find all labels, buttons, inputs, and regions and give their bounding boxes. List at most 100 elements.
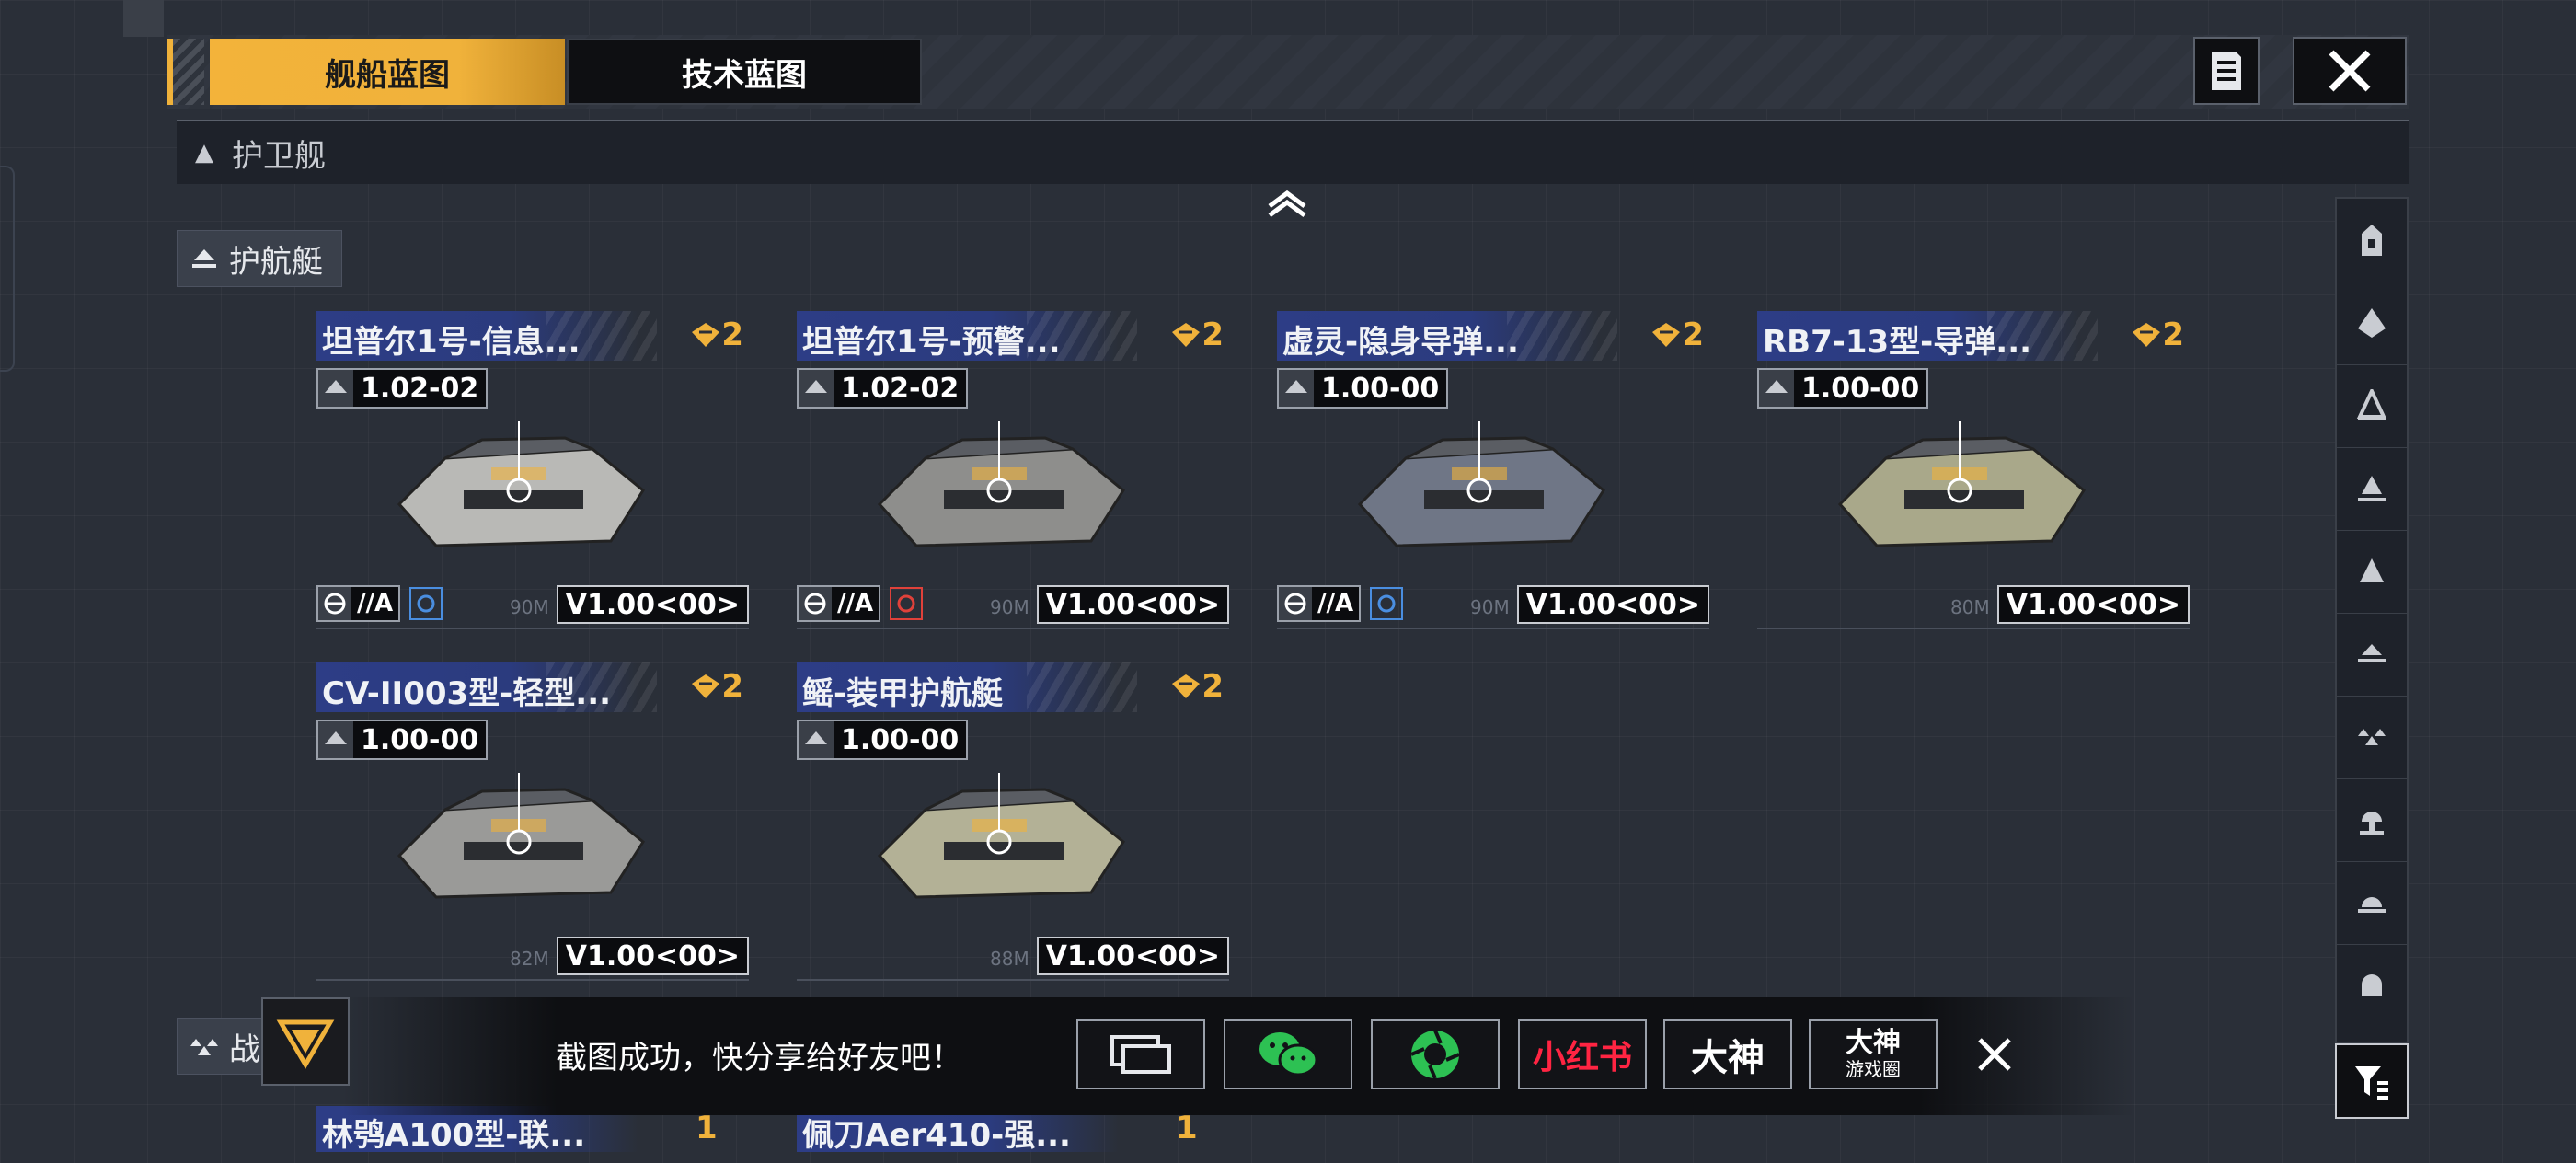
- module-icon: [1279, 587, 1312, 620]
- category-corvette[interactable]: 护航艇: [177, 230, 342, 287]
- ship-length: 90M: [1470, 596, 1510, 618]
- destroyer-icon: [2358, 476, 2386, 501]
- xiaohongshu-label: 小红书: [1532, 1039, 1632, 1077]
- battle-class-icon: [190, 1039, 218, 1055]
- tab-tech-blueprint[interactable]: 技术蓝图: [567, 39, 922, 105]
- ship-length: 88M: [990, 948, 1029, 970]
- ship-model-image: [877, 421, 1125, 547]
- version-badge: V1.00<00>: [1036, 937, 1229, 975]
- card-title[interactable]: 林鸮A100型-联...: [322, 1110, 585, 1155]
- card-title: CV-II003型-轻型...: [322, 675, 612, 712]
- section-header-escort[interactable]: ▲ 护卫舰: [177, 120, 2409, 184]
- rail-destroyer[interactable]: [2337, 447, 2407, 531]
- filter-button[interactable]: [2335, 1043, 2409, 1119]
- close-button[interactable]: [2293, 37, 2407, 105]
- rail-corvette[interactable]: [2337, 613, 2407, 697]
- tier-value: 2: [1202, 668, 1224, 705]
- card-baseline: [316, 979, 749, 981]
- ability-icon: [409, 587, 443, 620]
- rail-fighter[interactable]: [2337, 696, 2407, 779]
- chevron-up-icon[interactable]: [1264, 184, 1310, 221]
- ship-model-image: [397, 421, 645, 547]
- card-title[interactable]: 佩刀Aer410-强...: [802, 1110, 1071, 1155]
- rail-carrier[interactable]: [2337, 199, 2407, 282]
- class-filter-rail: [2335, 197, 2409, 1043]
- category-label: 战: [229, 1031, 260, 1068]
- ability-icon: [1370, 587, 1404, 620]
- ship-model-image: [1357, 421, 1605, 547]
- fighter-icon: [2358, 729, 2386, 745]
- module-tag-label: //A: [1312, 587, 1360, 620]
- tier-value: 2: [721, 317, 743, 353]
- ship-length: 82M: [510, 948, 549, 970]
- ship-length: 90M: [510, 596, 549, 618]
- module-tags: //A: [316, 585, 443, 622]
- share-screen-icon: [1110, 1035, 1171, 1074]
- notes-button[interactable]: [2193, 37, 2260, 105]
- module-tag: //A: [316, 585, 401, 622]
- share-screen-button[interactable]: [1076, 1019, 1205, 1089]
- blueprint-card[interactable]: 坦普尔1号-预警... 2 1.02-02 //A 90M V1.00<00>: [797, 311, 1229, 651]
- manufacturer-icon: [1279, 370, 1314, 407]
- rail-battleship[interactable]: [2337, 282, 2407, 365]
- title-stripe: [1027, 662, 1137, 712]
- blueprint-card[interactable]: CV-II003型-轻型... 2 1.00-00 82M V1.00<00>: [316, 662, 749, 1003]
- rail-station[interactable]: [2337, 778, 2407, 862]
- version-number: 1.02-02: [353, 370, 487, 407]
- tier-value: 2: [2162, 317, 2184, 353]
- dashen-circle-top: 大神: [1846, 1027, 1901, 1059]
- card-baseline: [1277, 628, 1709, 629]
- card-tier: 1: [1176, 1110, 1198, 1146]
- module-icon: [799, 587, 832, 620]
- dashen-button[interactable]: 大神: [1663, 1019, 1792, 1089]
- corvette-icon: [2358, 644, 2386, 662]
- carrier-icon: [2362, 225, 2382, 256]
- blueprint-card[interactable]: 鳐-装甲护航艇 2 1.00-00 88M V1.00<00>: [797, 662, 1229, 1003]
- blueprint-card[interactable]: 虚灵-隐身导弹... 2 1.00-00 //A 90M V1.00<00>: [1277, 311, 1709, 651]
- frigate-icon: [2360, 558, 2384, 582]
- tier-icon: [1172, 323, 1201, 347]
- version-badge: V1.00<00>: [1036, 585, 1229, 624]
- card-baseline: [1757, 628, 2190, 629]
- dashen-circle-button[interactable]: 大神 游戏圈: [1809, 1019, 1938, 1089]
- tier-icon: [1172, 674, 1201, 698]
- version-number: 1.00-00: [353, 721, 487, 758]
- utility-icon: [2362, 974, 2382, 996]
- share-close-icon[interactable]: [1969, 1029, 2020, 1080]
- blueprint-card[interactable]: RB7-13型-导弹... 2 1.00-00 80M V1.00<00>: [1757, 311, 2190, 651]
- rail-utility[interactable]: [2337, 944, 2407, 1027]
- moments-icon: [1410, 1030, 1460, 1079]
- rail-support[interactable]: [2337, 861, 2407, 945]
- wechat-button[interactable]: [1224, 1019, 1352, 1089]
- dashen-label: 大神: [1691, 1037, 1765, 1079]
- xiaohongshu-button[interactable]: 小红书: [1518, 1019, 1647, 1089]
- moments-button[interactable]: [1371, 1019, 1500, 1089]
- blueprint-card[interactable]: 坦普尔1号-信息... 2 1.02-02 //A 90M V1.00<00>: [316, 311, 749, 651]
- version-number: 1.00-00: [834, 721, 967, 758]
- tier-value: 2: [1682, 317, 1704, 353]
- module-tags: //A: [797, 585, 924, 622]
- corner-mark: [123, 0, 164, 37]
- tier-value: 2: [721, 668, 743, 705]
- card-title: 虚灵-隐身导弹...: [1282, 324, 1519, 361]
- card-title: 坦普尔1号-信息...: [322, 324, 581, 361]
- share-message: 截图成功，快分享给好友吧！: [556, 1040, 962, 1077]
- rail-cruiser[interactable]: [2337, 364, 2407, 448]
- tab-ship-blueprint[interactable]: 舰船蓝图: [210, 39, 565, 105]
- tier-badge: 2: [2131, 317, 2184, 353]
- card-title: RB7-13型-导弹...: [1763, 324, 2032, 361]
- ship-model-image: [877, 773, 1125, 899]
- left-drawer-handle[interactable]: [0, 166, 15, 372]
- card-tier: 1: [696, 1110, 718, 1146]
- title-stripe: [1507, 311, 1617, 361]
- tier-badge: 2: [1170, 668, 1224, 705]
- version-badge: V1.00<00>: [1516, 585, 1709, 624]
- tier-icon: [2133, 323, 2161, 347]
- tier-icon: [692, 674, 720, 698]
- cruiser-icon: [2356, 389, 2387, 420]
- tier-value: 2: [1202, 317, 1224, 353]
- game-flag-button[interactable]: [261, 997, 350, 1086]
- manufacturer-icon: [318, 370, 353, 407]
- version-badge: V1.00<00>: [556, 937, 749, 975]
- rail-frigate[interactable]: [2337, 530, 2407, 614]
